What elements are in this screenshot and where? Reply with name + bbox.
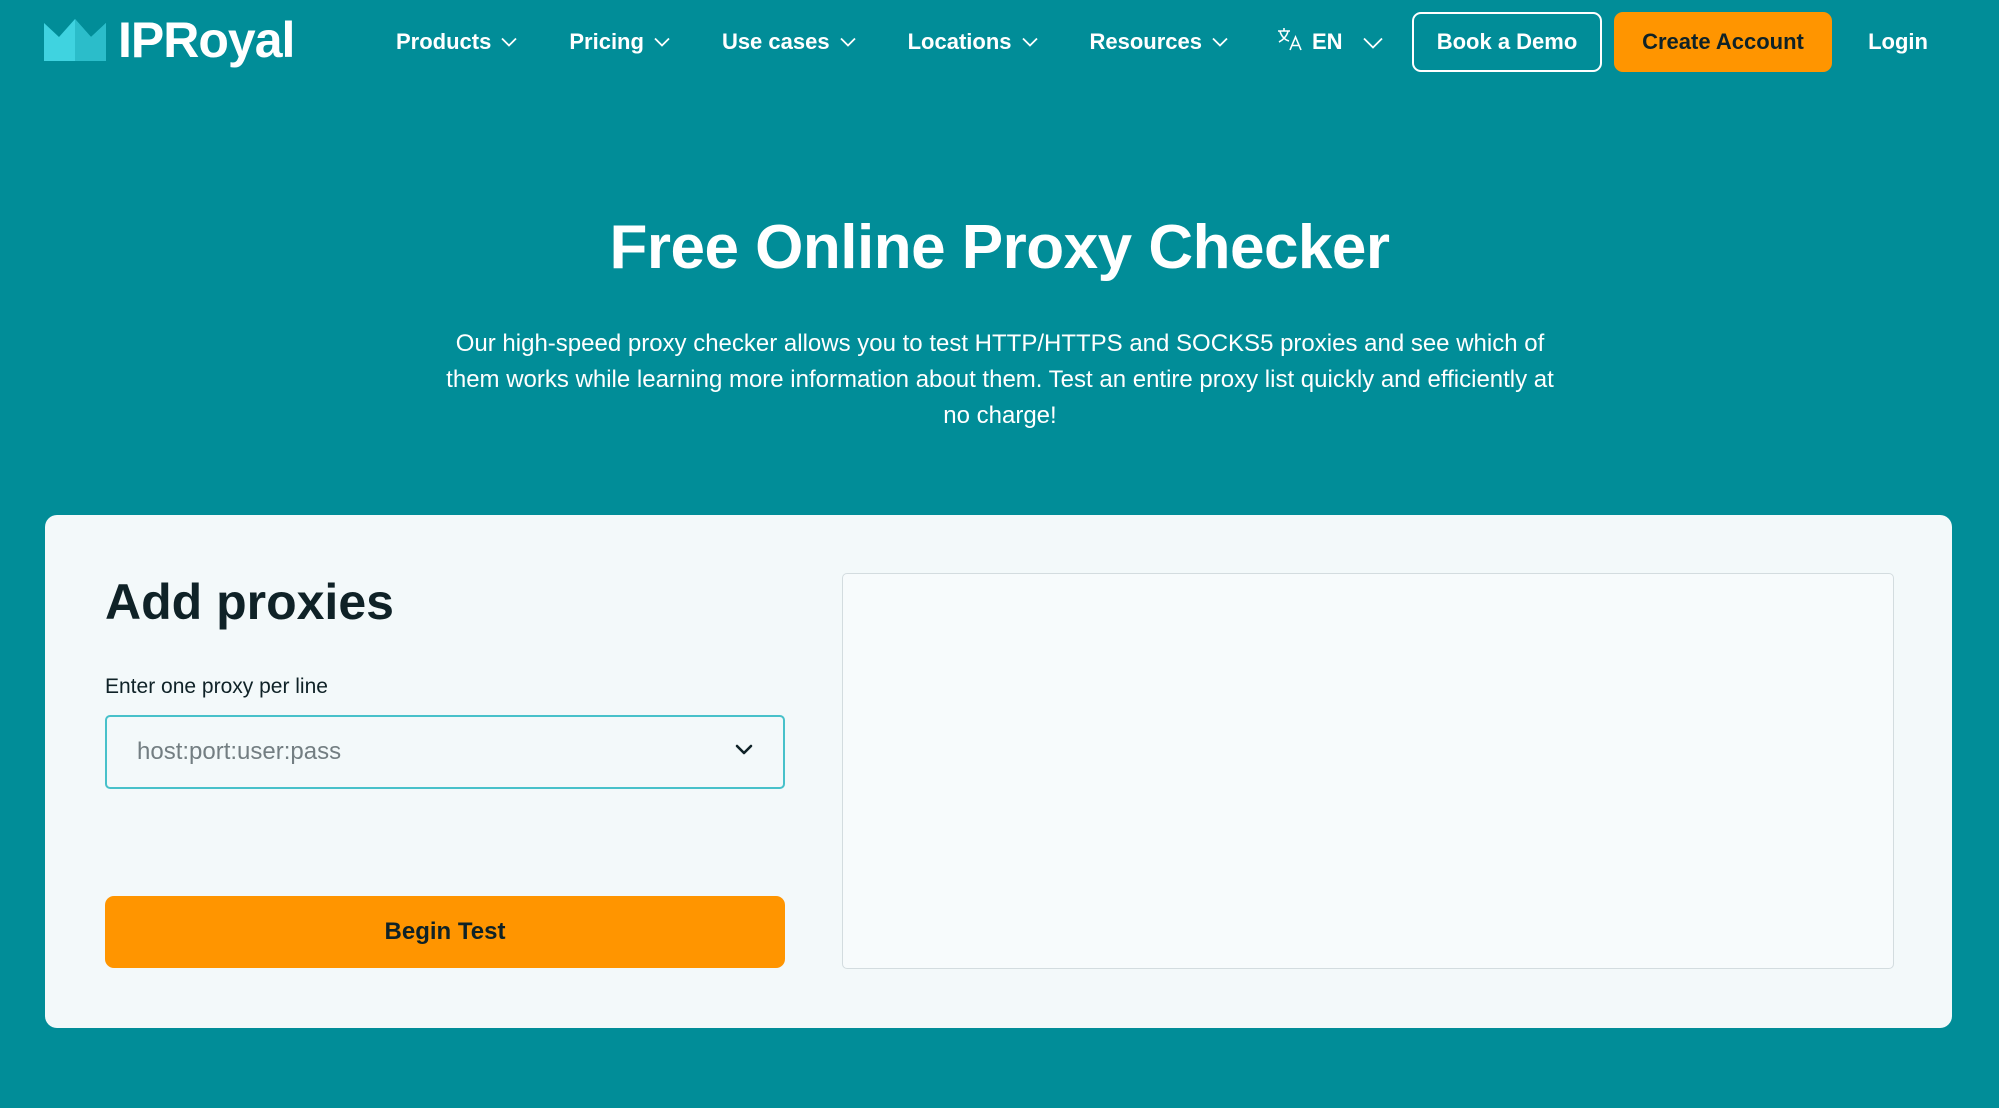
logo[interactable]: IPRoyal — [44, 12, 295, 68]
nav-locations[interactable]: Locations — [908, 29, 1038, 55]
book-demo-button[interactable]: Book a Demo — [1412, 12, 1602, 72]
nav-pricing-label: Pricing — [569, 29, 644, 54]
page-description: Our high-speed proxy checker allows you … — [446, 330, 1554, 429]
create-account-button[interactable]: Create Account — [1614, 12, 1832, 72]
nav-products-label: Products — [396, 29, 492, 54]
chevron-down-icon — [1362, 29, 1383, 55]
proxy-input-placeholder: host:port:user:pass — [137, 738, 342, 765]
nav-use-cases[interactable]: Use cases — [722, 29, 856, 55]
login-link[interactable]: Login — [1858, 12, 1938, 72]
translate-icon — [1276, 26, 1304, 58]
chevron-down-icon — [839, 37, 856, 47]
chevron-down-icon — [501, 37, 517, 47]
begin-test-button[interactable]: Begin Test — [105, 896, 785, 968]
nav-pricing[interactable]: Pricing — [569, 29, 670, 55]
logo-text: IPRoyal — [118, 12, 295, 68]
language-label: EN — [1312, 29, 1343, 54]
nav-resources[interactable]: Resources — [1090, 29, 1229, 55]
proxy-input-label: Enter one proxy per line — [105, 675, 328, 698]
results-panel — [842, 573, 1894, 969]
chevron-down-icon — [654, 37, 670, 47]
nav-resources-label: Resources — [1089, 29, 1203, 54]
site-header: IPRoyal Products Pricing Use cases Locat… — [0, 0, 1999, 84]
proxy-input[interactable]: host:port:user:pass — [105, 715, 785, 789]
chevron-down-icon — [1021, 37, 1038, 47]
main-nav: Products Pricing Use cases Locations Res… — [396, 22, 1280, 62]
nav-locations-label: Locations — [907, 29, 1012, 54]
add-proxies-heading: Add proxies — [105, 574, 394, 630]
nav-use-cases-label: Use cases — [721, 29, 830, 54]
proxy-checker-card: Add proxies Enter one proxy per line hos… — [45, 515, 1952, 1028]
chevron-down-icon[interactable] — [735, 743, 753, 761]
crown-icon — [44, 19, 106, 61]
nav-products[interactable]: Products — [396, 29, 517, 55]
chevron-down-icon — [1212, 37, 1228, 47]
language-selector[interactable]: EN — [1276, 22, 1383, 62]
page-title: Free Online Proxy Checker — [609, 213, 1390, 282]
